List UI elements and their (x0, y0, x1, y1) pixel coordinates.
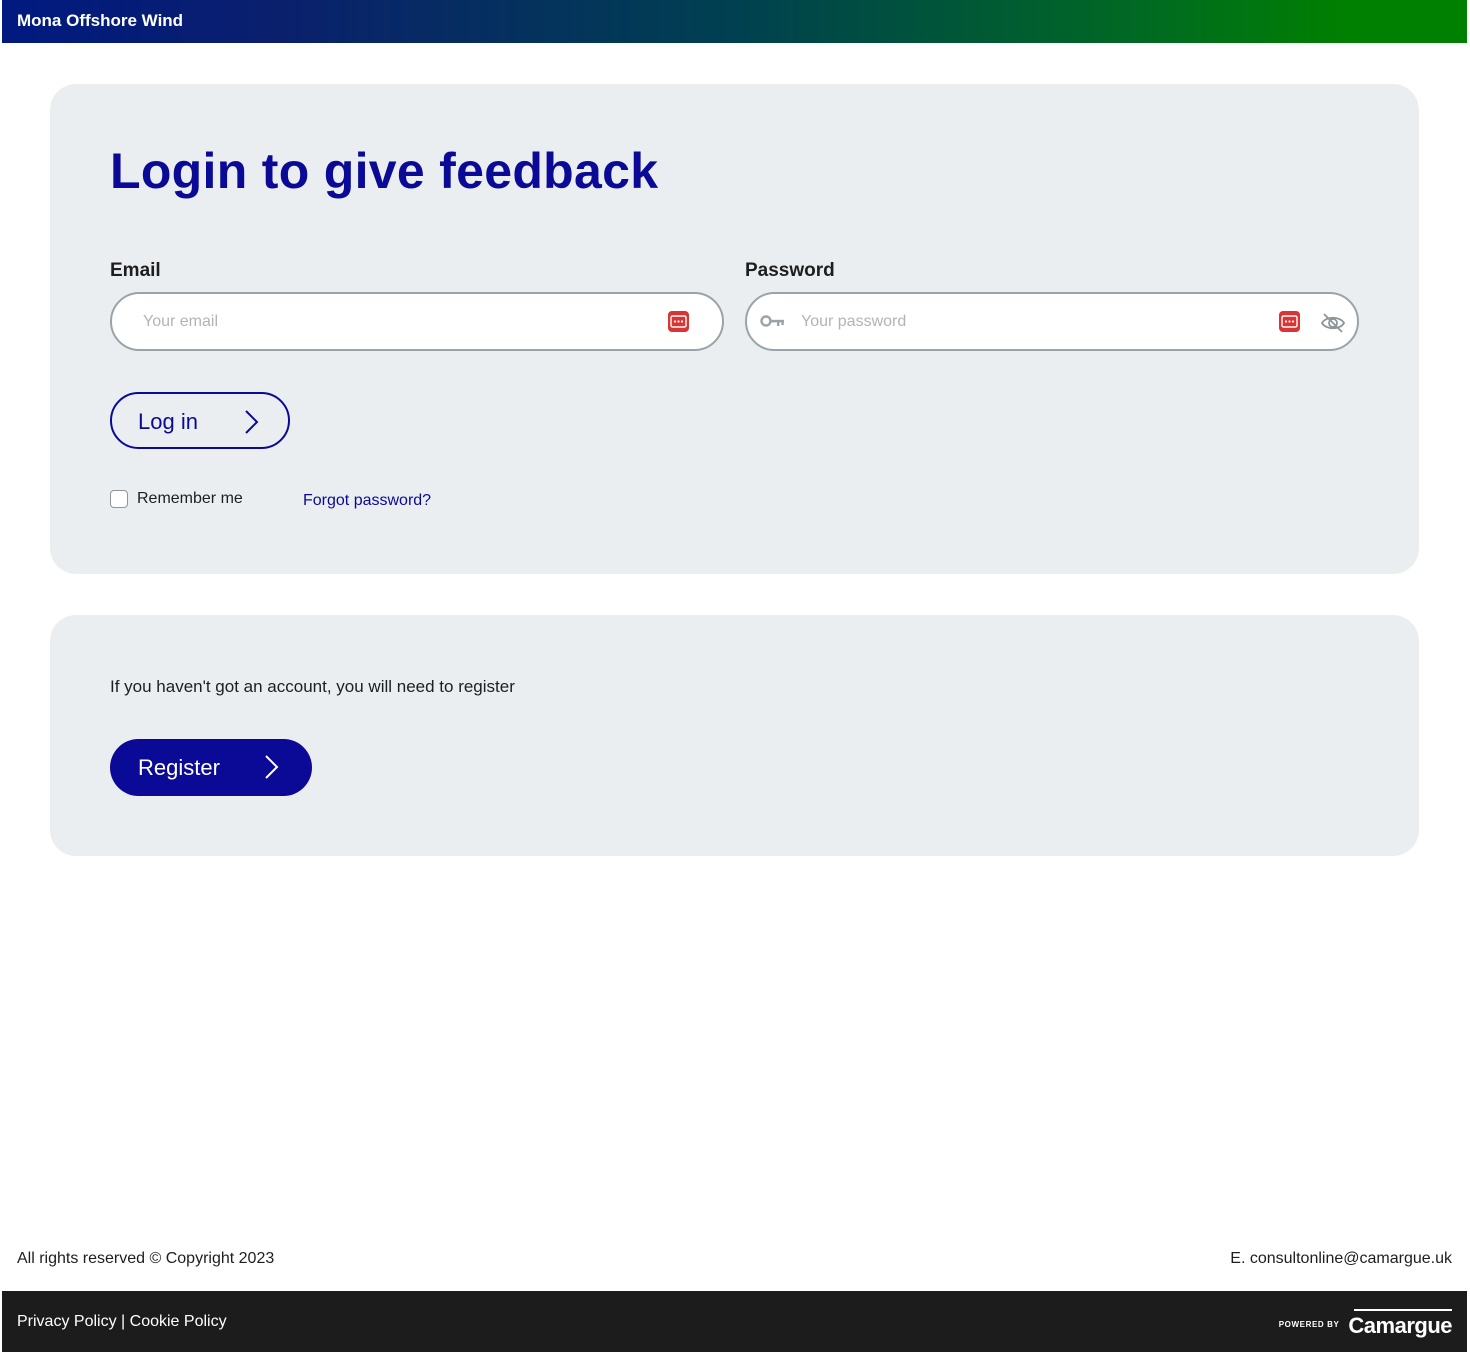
footer: Privacy Policy | Cookie Policy POWERED B… (2, 1291, 1467, 1352)
remember-me-checkbox[interactable] (110, 490, 128, 508)
forgot-password-link[interactable]: Forgot password? (303, 492, 431, 510)
top-banner: Mona Offshore Wind (2, 0, 1467, 43)
contact-email[interactable]: E. consultonline@camargue.uk (1230, 1250, 1452, 1268)
eye-slash-icon[interactable] (1320, 311, 1346, 340)
camargue-logo: Camargue (1348, 1309, 1452, 1339)
email-placeholder: Your email (143, 313, 219, 330)
remember-me[interactable]: Remember me (110, 490, 243, 508)
login-button-label: Log in (138, 409, 198, 434)
register-card: If you haven't got an account, you will … (50, 615, 1419, 856)
powered-by-label: POWERED BY (1278, 1319, 1340, 1329)
password-manager-icon[interactable] (1279, 311, 1300, 332)
email-field[interactable]: Your email (110, 292, 724, 351)
privacy-policy-link[interactable]: Privacy Policy (17, 1313, 117, 1330)
key-icon (760, 313, 786, 334)
login-button[interactable]: Log in (110, 392, 290, 449)
footer-links: Privacy Policy | Cookie Policy (17, 1313, 227, 1331)
chevron-right-icon (242, 409, 260, 441)
password-label: Password (745, 260, 835, 281)
register-button-label: Register (138, 755, 220, 780)
page: Mona Offshore Wind Login to give feedbac… (2, 0, 1467, 1352)
email-label: Email (110, 260, 161, 281)
register-button[interactable]: Register (110, 739, 312, 796)
copyright-text: All rights reserved © Copyright 2023 (17, 1250, 275, 1267)
cookie-policy-link[interactable]: Cookie Policy (130, 1313, 227, 1330)
footer-separator: | (121, 1313, 126, 1330)
password-manager-icon[interactable] (668, 311, 689, 332)
powered-by[interactable]: POWERED BY Camargue (1279, 1309, 1452, 1339)
password-placeholder: Your password (801, 313, 907, 330)
login-card: Login to give feedback Email Your email … (50, 84, 1419, 574)
site-brand[interactable]: Mona Offshore Wind (17, 11, 183, 31)
chevron-right-icon (262, 754, 280, 786)
remember-me-label[interactable]: Remember me (137, 490, 243, 508)
password-field[interactable]: Your password (745, 292, 1359, 351)
page-title: Login to give feedback (110, 143, 659, 199)
register-prompt: If you haven't got an account, you will … (110, 677, 515, 696)
